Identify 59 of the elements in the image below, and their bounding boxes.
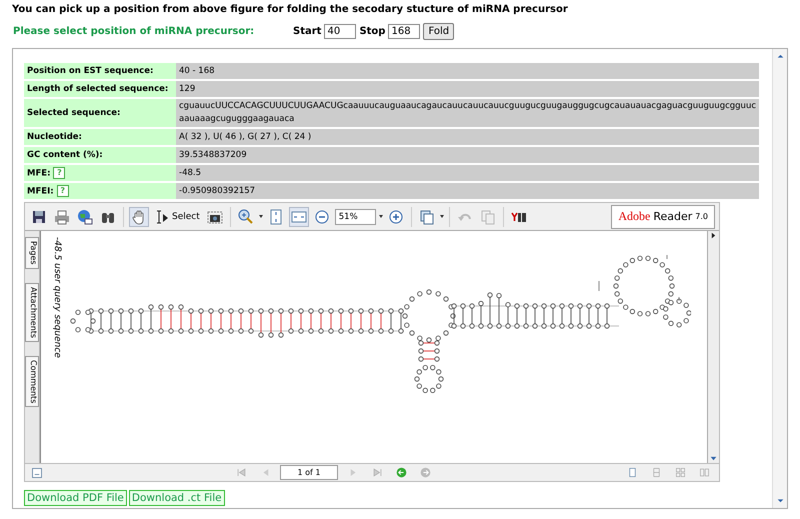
hand-button[interactable] [129, 206, 149, 226]
start-field[interactable]: 40 [324, 24, 356, 38]
panel-icon [31, 466, 43, 478]
two-page-icon [698, 467, 710, 478]
row-label: Length of selected sequence: [27, 84, 168, 94]
row-value: cguauucUUCCACAGCUUUCUUGAACUGcaauuucauguaaucagaucauucauucauucguugucguugauggugcugcauauauacgaguacguuguugcgguucaauaaagcugugggaagauaca [176, 99, 759, 127]
back-icon [396, 467, 406, 478]
row-value: -48.5 [176, 165, 759, 181]
zoom-in-icon [238, 208, 254, 224]
document-scrollbar[interactable] [707, 231, 719, 463]
row-label: Nucleotide: [27, 132, 82, 142]
zoom-field[interactable]: 51% [334, 208, 376, 224]
position-prompt: Please select position of miRNA precursor: [13, 26, 256, 36]
forward-icon [420, 467, 430, 478]
logo-product: Reader [653, 210, 692, 223]
fit-width-icon [290, 208, 307, 224]
side-tab[interactable]: Attachments [25, 282, 39, 342]
camera-icon [206, 208, 223, 224]
caret-icon [378, 215, 383, 218]
single-page-icon [626, 467, 638, 478]
row-value: A( 32 ), U( 46 ), G( 27 ), C( 24 ) [176, 129, 759, 145]
globe-mail-icon [77, 208, 93, 224]
page-number-field[interactable]: 1 of 1 [280, 465, 338, 480]
row-label: MFE: [27, 168, 50, 178]
continuous-icon [650, 467, 662, 478]
row-label: GC content (%): [27, 150, 103, 160]
text-cursor-icon [154, 208, 170, 224]
zoom-out-icon [314, 208, 330, 224]
first-page-icon [236, 467, 246, 478]
pages-icon [418, 208, 435, 224]
fit-width-button[interactable] [288, 206, 309, 226]
row-value: -0.950980392157 [176, 183, 759, 199]
save-icon [31, 208, 47, 224]
stop-field[interactable]: 168 [388, 24, 420, 38]
row-value: 129 [176, 81, 759, 97]
row-label: Position on EST sequence: [27, 66, 154, 76]
printer-icon [54, 208, 70, 224]
structure-title: -48.5 user query sequence [52, 237, 62, 358]
stop-label: Stop [359, 26, 386, 36]
logo-version: 7.0 [695, 212, 708, 221]
fit-page-icon [268, 208, 284, 224]
row-value: 40 - 168 [176, 63, 759, 79]
side-tab[interactable]: Pages [25, 237, 39, 269]
row-label: MFEI: [27, 186, 54, 196]
logo-brand: Adobe [618, 209, 650, 224]
text-cursor-button[interactable]: Select [152, 206, 202, 226]
instruction-text: You can pick up a position from above figure for folding the secodary stucture of miRNA precursor [12, 4, 569, 17]
scrollbar[interactable] [772, 49, 787, 508]
copy-icon [480, 208, 496, 224]
row-value: 39.5348837209 [176, 147, 759, 163]
side-tab[interactable]: Comments [25, 356, 39, 407]
zoom-in-plus-icon [388, 208, 404, 224]
facing-icon [674, 467, 686, 478]
caret-icon [440, 215, 444, 218]
caret-icon [258, 215, 263, 218]
row-label: Selected sequence: [27, 108, 120, 118]
start-label: Start [293, 26, 322, 36]
last-page-icon [372, 467, 382, 478]
fold-button[interactable]: Fold [423, 22, 454, 40]
